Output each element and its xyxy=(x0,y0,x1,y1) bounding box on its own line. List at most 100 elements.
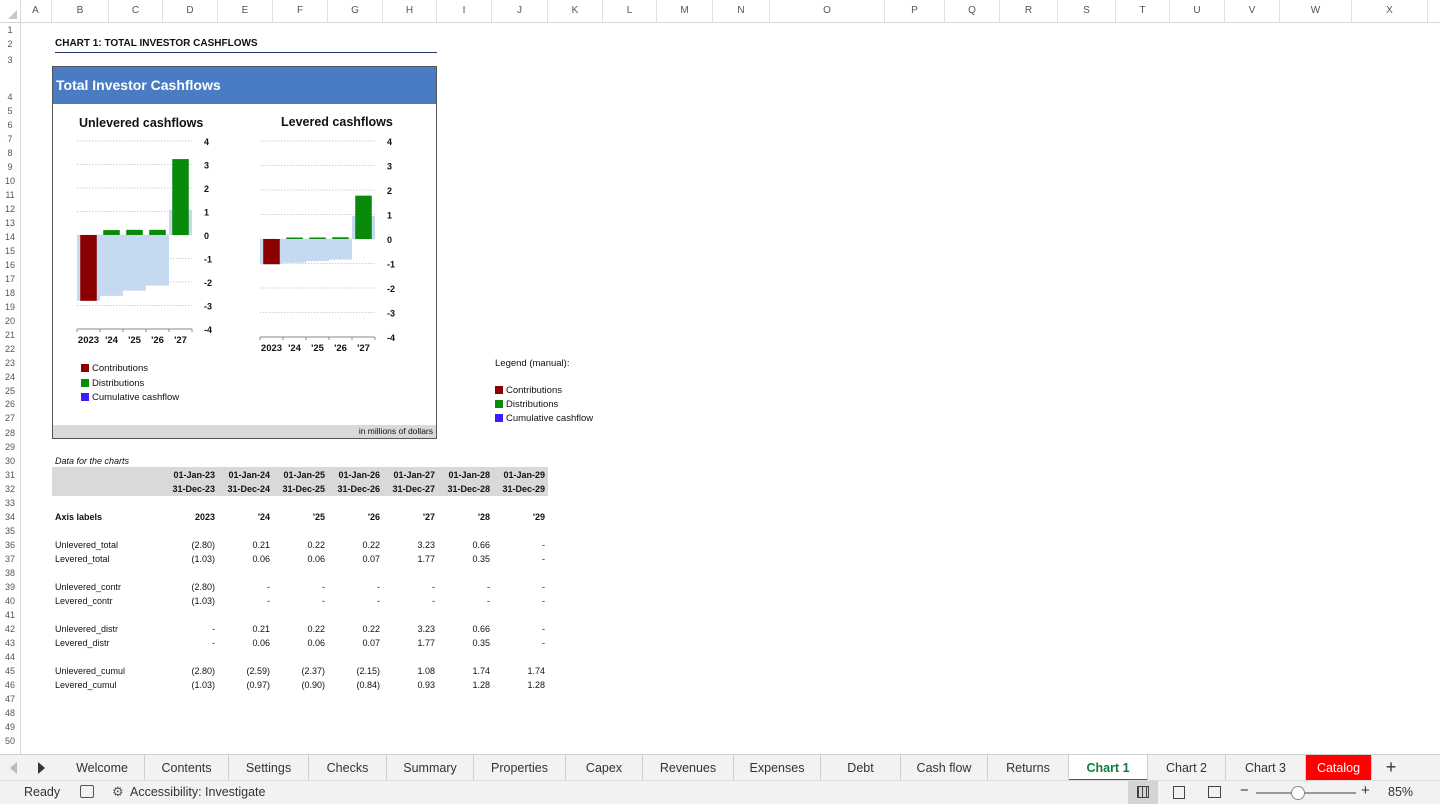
row-header-cell[interactable]: 47 xyxy=(0,694,20,704)
sheet-tab[interactable]: Catalog xyxy=(1306,755,1372,781)
row-header-cell[interactable]: 34 xyxy=(0,512,20,522)
column-header-cell[interactable]: F xyxy=(273,0,328,22)
row-header-cell[interactable]: 22 xyxy=(0,344,20,354)
sheet-tab[interactable]: Expenses xyxy=(734,755,821,781)
row-header-cell[interactable]: 26 xyxy=(0,399,20,409)
sheet-tab[interactable]: Summary xyxy=(387,755,474,781)
column-header-cell[interactable]: R xyxy=(1000,0,1058,22)
row-header-cell[interactable]: 3 xyxy=(0,55,20,65)
column-header-cell[interactable]: I xyxy=(437,0,492,22)
sheet-tab[interactable]: Returns xyxy=(988,755,1069,781)
row-header-cell[interactable]: 48 xyxy=(0,708,20,718)
sheet-tab[interactable]: Chart 1 xyxy=(1069,755,1148,781)
column-header-cell[interactable]: P xyxy=(885,0,945,22)
sheet-tab[interactable]: Chart 3 xyxy=(1226,755,1306,781)
row-header-cell[interactable]: 15 xyxy=(0,246,20,256)
sheet-tab[interactable]: Settings xyxy=(229,755,309,781)
row-header-cell[interactable]: 11 xyxy=(0,190,20,200)
chart-object[interactable]: Total Investor Cashflows Unlevered cashf… xyxy=(52,66,437,439)
row-header-cell[interactable]: 36 xyxy=(0,540,20,550)
row-header-cell[interactable]: 35 xyxy=(0,526,20,536)
row-header-cell[interactable]: 38 xyxy=(0,568,20,578)
sheet-tab[interactable]: Contents xyxy=(145,755,229,781)
row-header-cell[interactable]: 40 xyxy=(0,596,20,606)
sheet-tab[interactable]: Checks xyxy=(309,755,387,781)
page-layout-icon[interactable] xyxy=(1173,786,1185,799)
row-header-cell[interactable]: 9 xyxy=(0,162,20,172)
row-header-cell[interactable]: 12 xyxy=(0,204,20,214)
row-header-cell[interactable]: 2 xyxy=(0,39,20,49)
macro-record-icon[interactable] xyxy=(80,785,94,798)
column-header-cell[interactable]: B xyxy=(52,0,109,22)
row-header-cell[interactable]: 39 xyxy=(0,582,20,592)
tab-scroll-left-icon[interactable] xyxy=(10,762,17,774)
row-header-cell[interactable]: 10 xyxy=(0,176,20,186)
sheet-tab[interactable]: Debt xyxy=(821,755,901,781)
column-header-cell[interactable]: D xyxy=(163,0,218,22)
sheet-tab[interactable]: Chart 2 xyxy=(1148,755,1226,781)
zoom-in-button[interactable]: + xyxy=(1361,782,1370,799)
row-header-cell[interactable]: 29 xyxy=(0,442,20,452)
row-header-cell[interactable]: 6 xyxy=(0,120,20,130)
sheet-tab[interactable]: Capex xyxy=(566,755,643,781)
row-header-cell[interactable]: 49 xyxy=(0,722,20,732)
sheet-tab[interactable]: Properties xyxy=(474,755,566,781)
page-break-icon[interactable] xyxy=(1208,786,1221,798)
column-header-cell[interactable]: M xyxy=(657,0,713,22)
select-all-corner[interactable] xyxy=(0,0,21,22)
row-header-cell[interactable]: 1 xyxy=(0,25,20,35)
sheet-tab[interactable]: Welcome xyxy=(60,755,145,781)
column-header-cell[interactable]: A xyxy=(20,0,52,22)
row-header-cell[interactable]: 5 xyxy=(0,106,20,116)
column-header-cell[interactable]: J xyxy=(492,0,548,22)
column-header-cell[interactable]: O xyxy=(770,0,885,22)
row-header-cell[interactable]: 31 xyxy=(0,470,20,480)
column-header-cell[interactable]: Q xyxy=(945,0,1000,22)
column-header-cell[interactable]: H xyxy=(383,0,437,22)
sheet-tab[interactable]: Revenues xyxy=(643,755,734,781)
add-sheet-button[interactable]: + xyxy=(1380,755,1402,781)
row-header-cell[interactable]: 24 xyxy=(0,372,20,382)
row-header-cell[interactable]: 32 xyxy=(0,484,20,494)
column-header-cell[interactable]: C xyxy=(109,0,163,22)
column-header-cell[interactable]: X xyxy=(1352,0,1428,22)
zoom-slider[interactable] xyxy=(1256,792,1356,794)
row-header-cell[interactable]: 20 xyxy=(0,316,20,326)
row-header-cell[interactable]: 44 xyxy=(0,652,20,662)
column-header-cell[interactable]: T xyxy=(1116,0,1170,22)
column-header-cell[interactable]: V xyxy=(1225,0,1280,22)
row-header-cell[interactable]: 50 xyxy=(0,736,20,746)
column-header-cell[interactable]: W xyxy=(1280,0,1352,22)
row-header-cell[interactable]: 42 xyxy=(0,624,20,634)
row-header-cell[interactable]: 13 xyxy=(0,218,20,228)
column-header-cell[interactable]: G xyxy=(328,0,383,22)
row-header-cell[interactable]: 17 xyxy=(0,274,20,284)
row-header-cell[interactable]: 14 xyxy=(0,232,20,242)
column-header-cell[interactable]: N xyxy=(713,0,770,22)
row-header-cell[interactable]: 23 xyxy=(0,358,20,368)
row-header-cell[interactable]: 45 xyxy=(0,666,20,676)
row-header-cell[interactable]: 43 xyxy=(0,638,20,648)
tab-scroll-right-icon[interactable] xyxy=(38,762,45,774)
accessibility-status[interactable]: Accessibility: Investigate xyxy=(130,785,265,799)
row-header-cell[interactable]: 25 xyxy=(0,386,20,396)
column-header-cell[interactable]: S xyxy=(1058,0,1116,22)
row-header-cell[interactable]: 28 xyxy=(0,428,20,438)
column-header-cell[interactable]: L xyxy=(603,0,657,22)
row-header-cell[interactable]: 33 xyxy=(0,498,20,508)
row-header-cell[interactable]: 19 xyxy=(0,302,20,312)
row-header-cell[interactable]: 30 xyxy=(0,456,20,466)
row-header-cell[interactable]: 21 xyxy=(0,330,20,340)
zoom-out-button[interactable]: − xyxy=(1240,782,1249,799)
row-header-cell[interactable]: 8 xyxy=(0,148,20,158)
row-header-cell[interactable]: 46 xyxy=(0,680,20,690)
column-header-cell[interactable]: K xyxy=(548,0,603,22)
row-header-cell[interactable]: 4 xyxy=(0,92,20,102)
row-header-cell[interactable]: 16 xyxy=(0,260,20,270)
sheet-tab[interactable]: Cash flow xyxy=(901,755,988,781)
row-header-cell[interactable]: 37 xyxy=(0,554,20,564)
zoom-slider-thumb[interactable] xyxy=(1290,786,1305,800)
row-header-cell[interactable]: 18 xyxy=(0,288,20,298)
row-header-cell[interactable]: 27 xyxy=(0,413,20,423)
row-header-cell[interactable]: 41 xyxy=(0,610,20,620)
